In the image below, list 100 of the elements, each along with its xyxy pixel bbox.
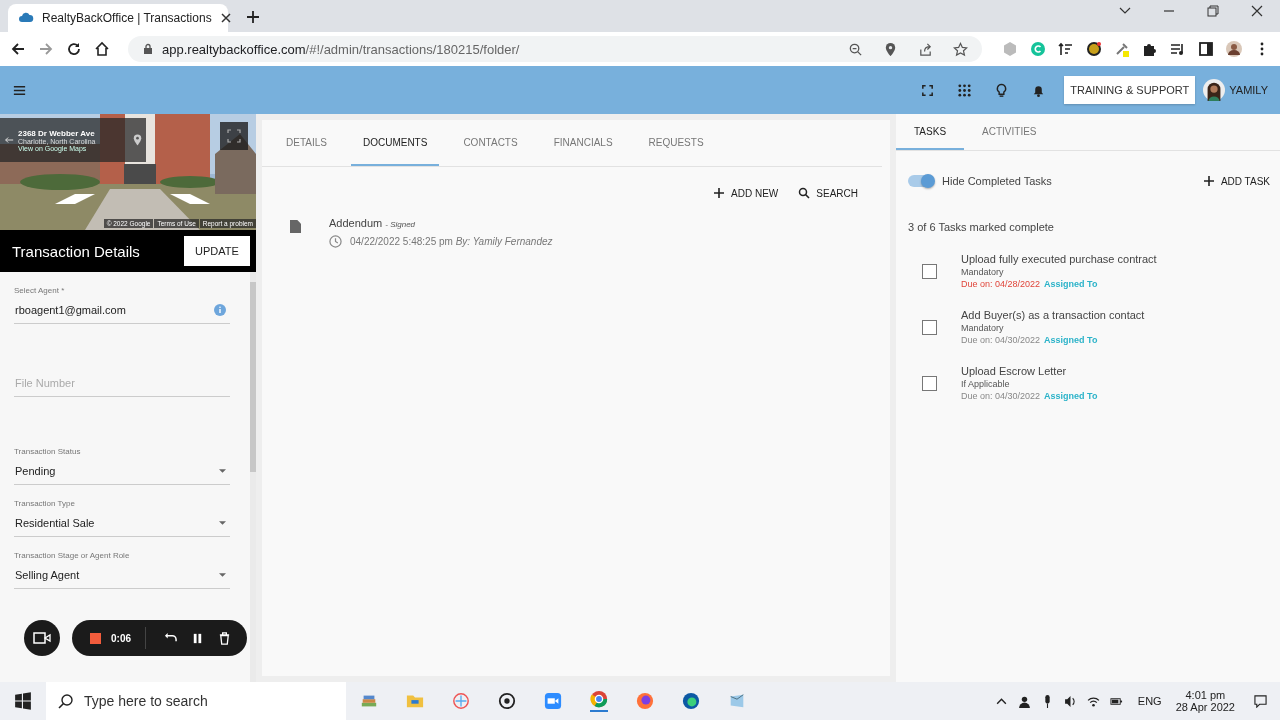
eyedropper-icon[interactable] [1114, 41, 1130, 57]
location-pin-icon[interactable] [883, 41, 898, 57]
browser-icon[interactable] [590, 690, 608, 712]
task-requirement: Mandatory [961, 267, 1005, 277]
tab[interactable]: TASKS [896, 114, 965, 150]
browser-tab[interactable]: RealtyBackOffice | Transactions [8, 4, 228, 32]
back-icon[interactable] [10, 41, 26, 57]
browser-icon[interactable] [636, 692, 654, 710]
taskbar-search-field[interactable]: Type here to search [46, 682, 346, 720]
caret-icon [219, 521, 226, 525]
task-requirement: If Applicable [961, 379, 1011, 389]
add-new-button[interactable]: ADD NEW [709, 185, 783, 201]
training-support-button[interactable]: TRAINING & SUPPORT [1064, 76, 1196, 104]
fullscreen-button[interactable] [220, 122, 248, 150]
close-icon[interactable] [1250, 4, 1264, 18]
field-label: Transaction Status [14, 447, 82, 456]
street-address: 2368 Dr Webber Ave [18, 128, 96, 138]
document-date: 04/22/2022 5:48:25 pm By: Yamily Fernandez [350, 236, 553, 247]
due-date: Due on: 04/30/2022 [961, 335, 1041, 345]
playlist-icon[interactable] [1170, 41, 1186, 57]
checkbox[interactable] [922, 263, 937, 279]
camera-button[interactable] [24, 620, 60, 656]
field-label: Select Agent * [14, 286, 66, 295]
apps-grid-icon[interactable] [957, 82, 973, 98]
notification-icon[interactable] [1254, 694, 1267, 708]
new-tab-icon[interactable] [246, 10, 260, 24]
search-button[interactable]: SEARCH [794, 185, 862, 201]
search-icon [798, 187, 811, 199]
extension-circle-icon[interactable] [1086, 41, 1102, 57]
panel-title: Transaction Details [12, 242, 140, 260]
clock[interactable]: 4:01 pm 28 Apr 2022 [1175, 689, 1235, 713]
lock-icon [142, 43, 154, 55]
browser-icon[interactable] [682, 692, 700, 710]
location-pin-icon[interactable] [133, 134, 142, 146]
select-field[interactable]: Selling Agent [14, 566, 230, 589]
speaker-icon[interactable] [1063, 694, 1077, 708]
plus-icon [1202, 175, 1215, 187]
checkbox[interactable] [922, 319, 937, 335]
star-icon[interactable] [953, 41, 968, 57]
share-icon[interactable] [918, 41, 933, 57]
task-requirement: Mandatory [961, 323, 1005, 333]
user-menu[interactable]: YAMILY [1203, 79, 1268, 101]
clock-icon [329, 235, 342, 248]
back-arrow-icon[interactable] [4, 135, 14, 145]
select-field[interactable]: Residential Sale [14, 514, 230, 537]
pause-icon[interactable] [191, 631, 204, 645]
video-camera-icon [33, 632, 51, 644]
add-task-button[interactable]: ADD TASK [1198, 173, 1274, 189]
address-bar[interactable]: app.realtybackoffice.com/#!/admin/transactions/180215/folder/ [128, 36, 982, 62]
document-name[interactable]: Addendum - Signed [329, 217, 553, 229]
people-icon[interactable] [1017, 694, 1031, 708]
recording-time: 0:06 [111, 632, 131, 644]
task-title: Upload fully executed purchase contract [961, 253, 1157, 265]
fullscreen-icon[interactable] [920, 82, 936, 98]
task-title: Upload Escrow Letter [961, 365, 1068, 377]
checkbox[interactable] [922, 375, 937, 391]
tab[interactable]: DETAILS [274, 120, 339, 166]
avatar-icon [1203, 79, 1226, 101]
side-panel-icon[interactable] [1198, 41, 1214, 57]
close-icon[interactable] [219, 12, 232, 24]
reload-icon[interactable] [66, 41, 82, 57]
tab[interactable]: CONTACTS [451, 120, 530, 166]
windows-start-icon[interactable] [14, 692, 32, 710]
sort-icon[interactable] [1058, 41, 1074, 57]
trash-icon[interactable] [218, 631, 231, 645]
restore-icon[interactable] [1206, 4, 1220, 18]
due-date: Due on: 04/30/2022 [961, 391, 1041, 401]
scrollbar-thumb[interactable] [250, 282, 256, 472]
video-camera-icon[interactable] [544, 692, 562, 710]
url-text: app.realtybackoffice.com/#!/admin/transactions/180215/folder/ [162, 41, 520, 57]
wifi-icon[interactable] [1086, 694, 1100, 708]
update-button[interactable]: UPDATE [184, 236, 250, 266]
tab[interactable]: REQUESTS [636, 120, 716, 166]
home-icon[interactable] [94, 41, 110, 57]
stop-button[interactable] [90, 632, 101, 644]
tab[interactable]: DOCUMENTS [350, 120, 440, 166]
field-label: Transaction Type [14, 499, 76, 508]
due-date: Due on: 04/28/2022 [961, 279, 1041, 289]
select-field[interactable]: Pending [14, 462, 230, 485]
toggle-label: Hide Completed Tasks [942, 175, 1052, 187]
plus-icon [713, 187, 726, 199]
fullscreen-icon [226, 128, 242, 144]
language-indicator[interactable]: ENG [1137, 695, 1162, 707]
caret-icon [219, 573, 226, 577]
puzzle-icon[interactable] [1142, 41, 1158, 57]
caret-icon [219, 469, 226, 473]
zoom-out-icon[interactable] [848, 41, 863, 57]
app-icon[interactable] [498, 692, 516, 710]
agent-field[interactable]: rboagent1@gmail.com [14, 301, 230, 324]
task-title: Add Buyer(s) as a transaction contact [961, 309, 1145, 321]
task-summary: 3 of 6 Tasks marked complete [907, 220, 1055, 233]
avatar-icon[interactable] [1226, 41, 1242, 57]
tab[interactable]: FINANCIALS [541, 120, 625, 166]
tab[interactable]: ACTIVITIES [964, 114, 1055, 150]
toggle-switch[interactable] [908, 175, 934, 187]
document-icon [290, 220, 301, 233]
tab-title: RealtyBackOffice | Transactions [42, 11, 212, 25]
field-label: Transaction Stage or Agent Role [14, 551, 131, 560]
forward-icon[interactable] [38, 41, 54, 57]
file-number-field[interactable]: File Number [14, 374, 230, 397]
